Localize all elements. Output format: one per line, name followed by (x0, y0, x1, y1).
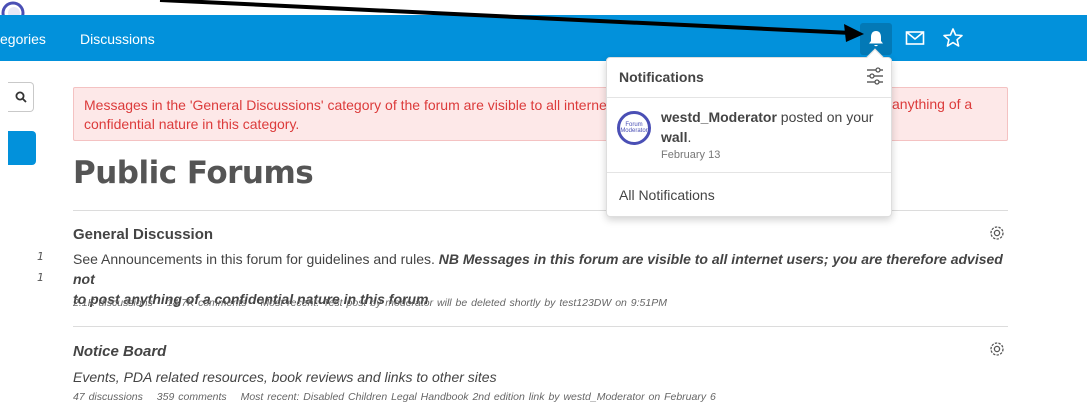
sidebar-count: 1 (37, 271, 44, 284)
popup-title: Notifications (619, 69, 704, 85)
nav-categories-link[interactable]: egories (0, 31, 46, 47)
gear-icon[interactable] (988, 340, 1006, 358)
most-recent-link[interactable]: Most recent: Test post by moderator will… (260, 297, 667, 309)
popup-divider (607, 172, 891, 173)
notification-avatar[interactable]: Forum Moderator (617, 111, 651, 145)
divider (73, 326, 1008, 327)
search-button[interactable] (8, 82, 34, 112)
notification-mid: posted on your (776, 109, 874, 125)
all-notifications-link[interactable]: All Notifications (619, 187, 715, 203)
alert-text-line2: confidential nature in this category. (84, 116, 300, 132)
discussion-count: 47 discussions (73, 391, 143, 403)
comment-count: 14.7K comments (166, 297, 247, 309)
notification-date: February 13 (661, 149, 721, 161)
comment-count: 359 comments (156, 391, 227, 403)
most-recent-link[interactable]: Most recent: Disabled Children Legal Han… (241, 391, 716, 403)
category-desc-plain: See Announcements in this forum for guid… (73, 251, 439, 267)
category-description: Events, PDA related resources, book revi… (73, 369, 497, 385)
category-title-general-discussion[interactable]: General Discussion (73, 226, 213, 243)
category-meta: 47 discussions 359 comments Most recent:… (73, 391, 726, 403)
notification-user: westd_Moderator (661, 109, 777, 125)
star-icon (943, 28, 963, 47)
category-title-notice-board[interactable]: Notice Board (73, 343, 166, 360)
avatar-text: Forum Moderator (620, 122, 648, 134)
notification-end: . (687, 129, 692, 145)
notifications-popup: Notifications Forum Moderator westd_Mode… (606, 48, 892, 217)
nav-discussions-link[interactable]: Discussions (80, 31, 155, 47)
sliders-icon[interactable] (865, 66, 885, 86)
discussion-count: 2.1K discussions (73, 297, 153, 309)
category-meta: 2.1K discussions 14.7K comments Most rec… (73, 297, 677, 309)
search-icon (15, 91, 27, 103)
popup-header: Notifications (607, 58, 891, 98)
new-discussion-button[interactable] (8, 131, 36, 165)
bookmarks-button[interactable] (942, 27, 964, 49)
alert-text: Messages in the 'General Discussions' ca… (84, 97, 607, 113)
page-title: Public Forums (73, 155, 314, 191)
bell-icon (869, 31, 883, 47)
sidebar-count: 1 (37, 250, 44, 263)
alert-text-right: anything of a (892, 96, 973, 112)
gear-icon[interactable] (988, 224, 1006, 242)
inbox-button[interactable] (904, 27, 926, 49)
notification-item[interactable]: westd_Moderator posted on your wall. (661, 107, 886, 147)
mail-icon (905, 31, 925, 45)
notification-target: wall (661, 129, 688, 145)
